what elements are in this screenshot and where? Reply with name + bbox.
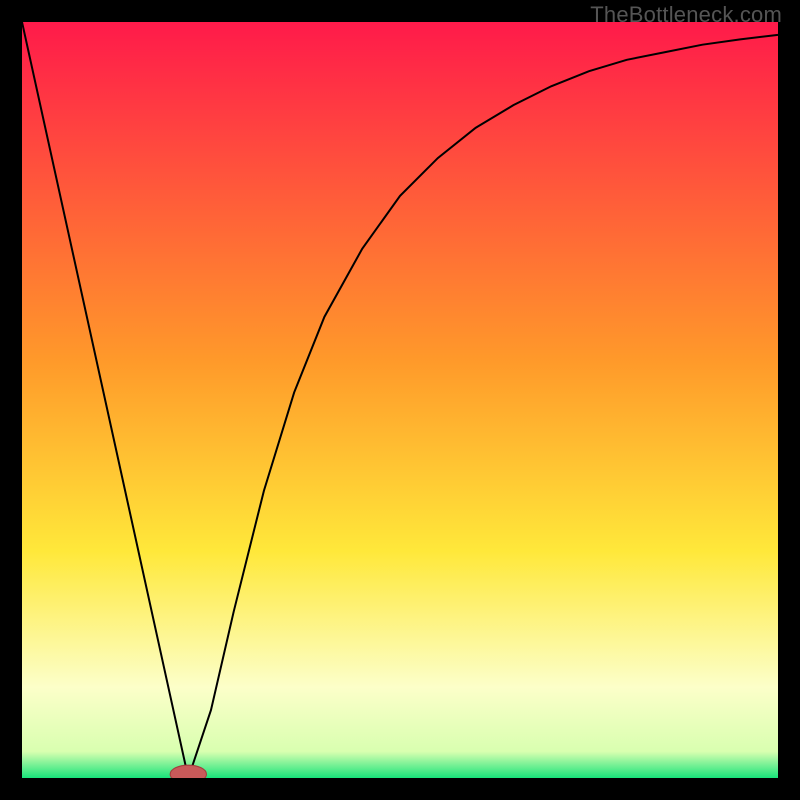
chart-background [22,22,778,778]
watermark-text: TheBottleneck.com [590,2,782,28]
bottleneck-chart [22,22,778,778]
